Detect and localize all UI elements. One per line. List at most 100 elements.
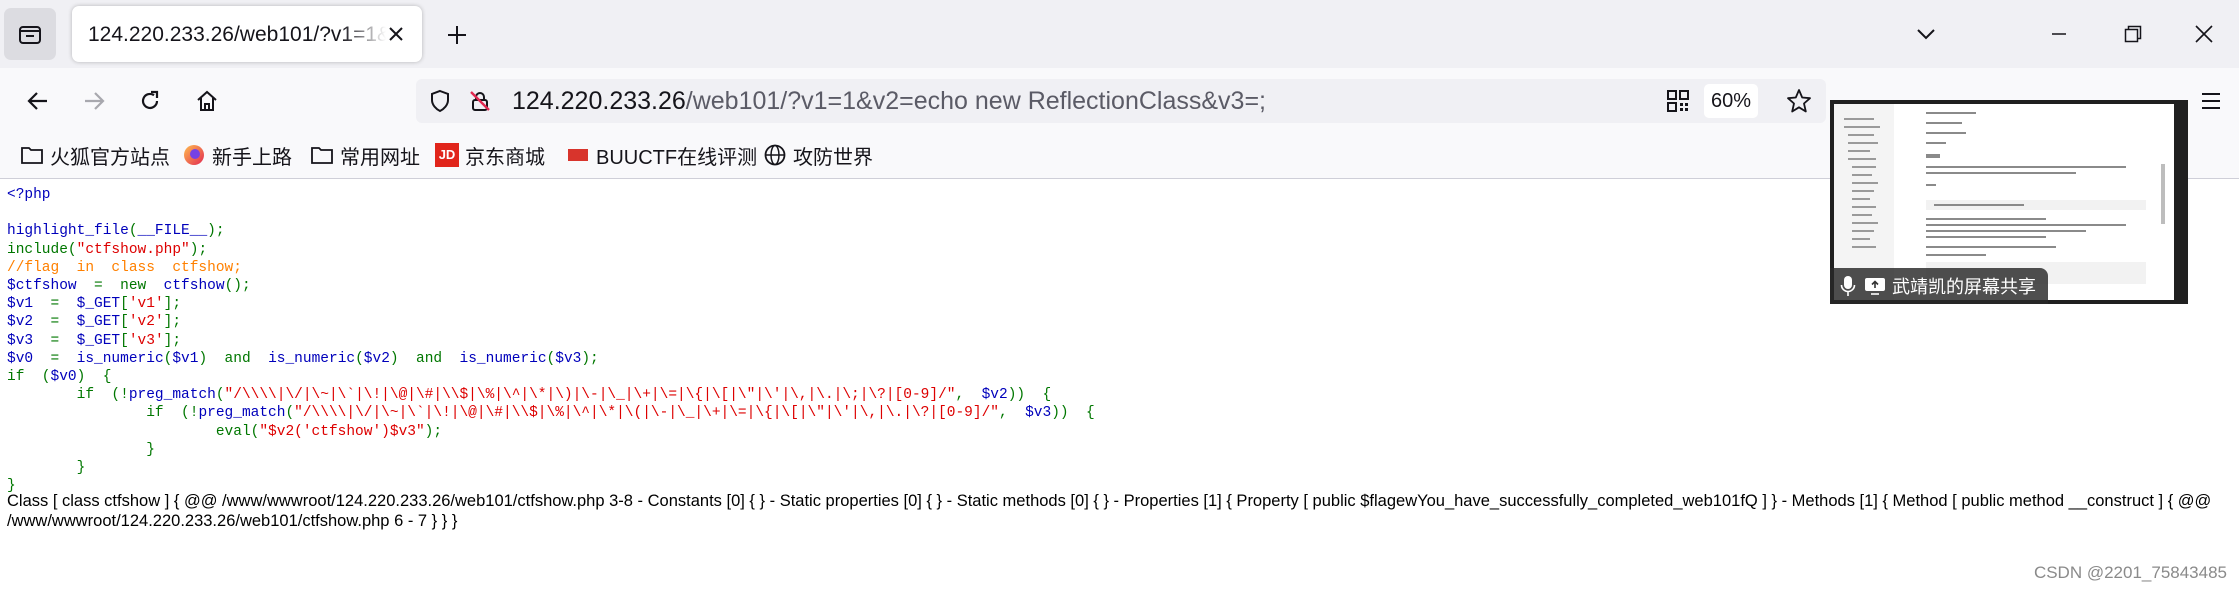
code-token: } [7,460,86,477]
arrow-left-icon [27,92,47,110]
list-all-tabs-button[interactable] [1906,14,1946,54]
csdn-watermark: CSDN @2201_75843485 [2033,563,2227,582]
url-text[interactable]: 124.220.233.26/web101/?v1=1&v2=echo new … [512,87,1266,116]
code-token: 'v2' [128,314,164,331]
code-token: if (! [7,387,129,404]
hamburger-menu-icon [2202,93,2220,109]
bookmark-label: 火狐官方站点 [50,146,170,169]
firefox-icon [184,145,204,165]
code-token: = new [94,278,164,295]
code-token: ); [189,241,208,258]
code-line: if (!preg_match("/\\\\|\/|\~|\`|\!|\@|\#… [7,405,1095,421]
code-token: $_GET [76,314,121,331]
code-token: $_GET [76,296,121,313]
code-line: include("ctfshow.php"); [7,242,207,258]
forward-button[interactable] [76,83,112,119]
code-token: 'v3' [128,332,164,349]
bookmark-item-1[interactable]: 新手上路 [182,140,292,170]
buuctf-icon [566,143,590,167]
code-token: $_GET [76,332,121,349]
code-token: $v2 [363,350,390,367]
tab-strip: 124.220.233.26/web101/?v1=1&v2=echo new … [0,0,2239,68]
code-line: $ctfshow = new ctfshow(); [7,278,251,294]
jd-icon: JD [435,143,459,167]
arrow-right-icon [85,92,105,110]
code-token: = [50,350,77,367]
bookmark-item-0[interactable]: 火狐官方站点 [20,140,170,170]
new-tab-button[interactable] [440,18,474,52]
insecure-lock-icon[interactable] [468,89,492,113]
code-token: highlight_file [7,223,129,240]
code-token: //flag in class ctfshow; [7,259,242,276]
tab-title: 124.220.233.26/web101/?v1=1&v2=echo new … [88,23,386,46]
code-token: $v2 [981,387,1008,404]
code-line: $v1 = $_GET['v1']; [7,296,181,312]
code-line: if ($v0) { [7,369,111,385]
code-line: } [7,442,155,458]
home-button[interactable] [189,83,225,119]
code-token: ); [424,423,443,440]
code-token: is_numeric [76,350,164,367]
code-line: <?php [7,187,51,203]
code-token: )) { [1051,405,1095,422]
code-token: $v0 [7,350,51,367]
bookmark-item-2[interactable]: 常用网址 [310,140,420,170]
active-tab[interactable]: 124.220.233.26/web101/?v1=1&v2=echo new … [72,6,422,62]
code-token: $v1 [172,350,199,367]
code-token: eval( [7,423,260,440]
bookmark-star-icon[interactable] [1786,88,1812,114]
reload-button[interactable] [132,83,168,119]
code-token: include( [7,241,77,258]
code-token: ]; [163,332,182,349]
code-token: preg_match [128,387,216,404]
zoom-level-button[interactable]: 60% [1704,84,1758,118]
menu-button[interactable] [2193,83,2229,119]
bookmark-item-3[interactable]: JD 京东商城 [435,140,545,170]
code-token: is_numeric [459,350,547,367]
code-token: $v3 [7,332,51,349]
url-path: /web101/?v1=1&v2=echo new ReflectionClas… [685,87,1267,115]
code-line: } [7,460,86,477]
screen-share-window[interactable]: 武靖凯的屏幕共享 [1830,100,2188,304]
code-token: ) and [389,350,460,367]
screen-share-icon [1865,278,1885,295]
bookmark-label: 京东商城 [465,146,545,169]
code-token: [ [120,296,129,313]
bookmark-item-5[interactable]: 攻防世界 [763,140,873,170]
php-source-code: <?php highlight_file(__FILE__); include(… [7,186,1095,495]
microphone-icon[interactable] [1840,275,1856,297]
close-window-button[interactable] [2184,14,2224,54]
globe-icon [764,144,786,166]
minimize-button[interactable] [2039,14,2079,54]
code-token: $v3 [555,350,582,367]
bookmark-label: 攻防世界 [793,146,873,169]
code-token: $v0 [50,369,77,386]
bookmark-label: 常用网址 [340,146,420,169]
code-token: ( [355,350,364,367]
code-token: ) and [198,350,269,367]
code-token: ( [546,350,556,367]
bookmark-item-4[interactable]: BUUCTF在线评测 [566,140,757,170]
back-button[interactable] [20,83,56,119]
code-token: ]; [163,296,182,313]
restore-button[interactable] [2113,14,2153,54]
close-icon [2195,25,2213,43]
code-line: $v2 = $_GET['v2']; [7,314,181,330]
folder-icon [311,147,333,164]
code-token: "/\\\\|\/|\~|\`|\!|\@|\#|\\$|\%|\^|\*|\)… [224,387,956,404]
qr-code-icon[interactable] [1666,89,1690,113]
code-line: eval("$v2('ctfshow')$v3"); [7,424,442,440]
code-token: = [50,314,77,331]
close-icon [389,27,403,41]
address-bar[interactable]: 124.220.233.26/web101/?v1=1&v2=echo new … [416,79,1826,123]
tab-overview-button[interactable] [4,8,56,60]
shield-icon[interactable] [428,89,452,113]
code-token: ctfshow [163,278,225,295]
bookmark-label: BUUCTF在线评测 [596,146,758,169]
code-token: [ [120,332,129,349]
tab-close-button[interactable] [382,20,410,48]
code-token: $v2 [7,314,51,331]
restore-icon [2124,25,2142,43]
code-token: preg_match [198,405,286,422]
minimize-icon [2052,33,2066,35]
